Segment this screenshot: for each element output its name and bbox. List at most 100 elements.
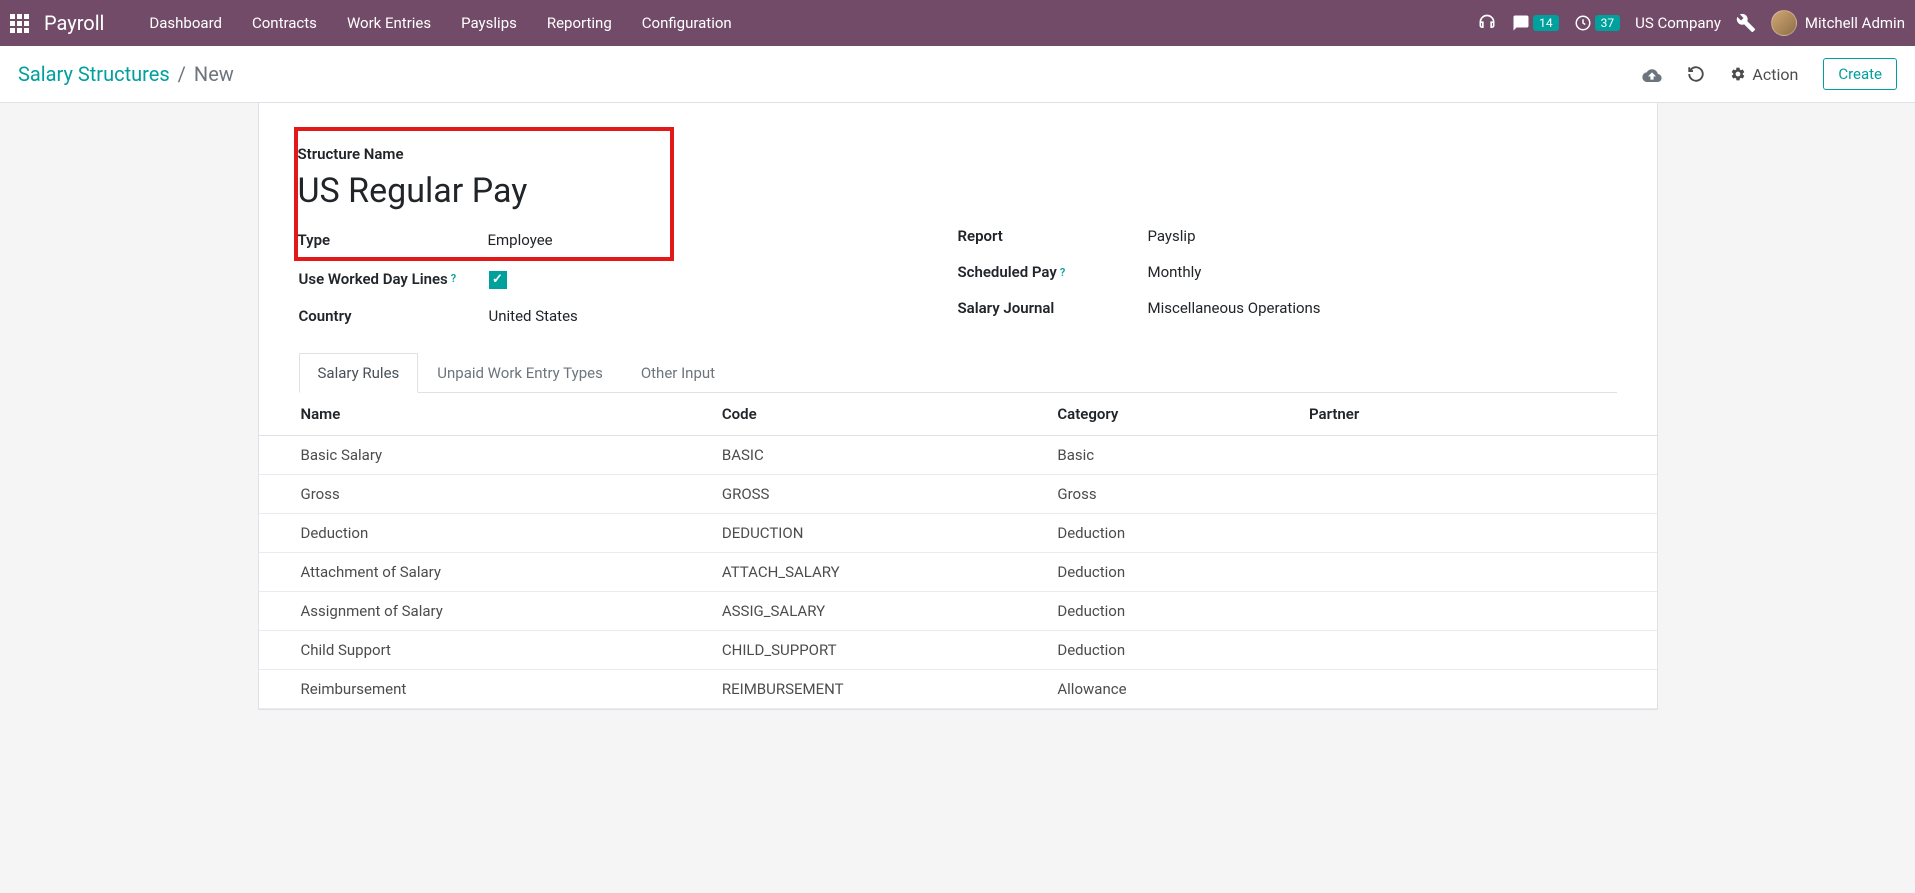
structure-name-label: Structure Name xyxy=(298,145,670,163)
table-row[interactable]: ReimbursementREIMBURSEMENTAllowance xyxy=(259,669,1657,708)
nav-configuration[interactable]: Configuration xyxy=(627,0,747,46)
cell-category: Gross xyxy=(1041,474,1293,513)
cloud-icon[interactable] xyxy=(1642,66,1662,82)
cell-partner xyxy=(1293,552,1657,591)
check-icon: ✓ xyxy=(489,271,507,289)
th-name[interactable]: Name xyxy=(259,393,706,436)
scheduled-pay-value[interactable]: Monthly xyxy=(1148,263,1202,281)
app-title[interactable]: Payroll xyxy=(44,11,104,35)
user-name: Mitchell Admin xyxy=(1805,14,1905,32)
use-worked-day-lines-checkbox[interactable]: ✓ xyxy=(489,269,507,289)
cell-code: ATTACH_SALARY xyxy=(706,552,1042,591)
type-label: Type xyxy=(298,231,488,249)
cell-partner xyxy=(1293,669,1657,708)
form-col-right: Report Payslip Scheduled Pay? Monthly Sa… xyxy=(958,269,1617,343)
cell-code: GROSS xyxy=(706,474,1042,513)
top-navbar: Payroll Dashboard Contracts Work Entries… xyxy=(0,0,1915,46)
breadcrumb: Salary Structures / New xyxy=(18,62,234,86)
navbar-right: 14 37 US Company Mitchell Admin xyxy=(1477,10,1905,36)
debug-icon[interactable] xyxy=(1736,13,1756,33)
salary-rules-table: Name Code Category Partner Basic SalaryB… xyxy=(259,393,1657,709)
breadcrumb-parent[interactable]: Salary Structures xyxy=(18,62,170,86)
cell-category: Basic xyxy=(1041,435,1293,474)
table-row[interactable]: DeductionDEDUCTIONDeduction xyxy=(259,513,1657,552)
salary-journal-label: Salary Journal xyxy=(958,299,1148,317)
cell-category: Deduction xyxy=(1041,552,1293,591)
country-value[interactable]: United States xyxy=(489,307,578,325)
report-label: Report xyxy=(958,227,1148,245)
table-row[interactable]: Basic SalaryBASICBasic xyxy=(259,435,1657,474)
content-wrapper: Structure Name US Regular Pay Type Emplo… xyxy=(0,103,1915,891)
control-panel: Salary Structures / New Action Create xyxy=(0,46,1915,103)
cell-code: BASIC xyxy=(706,435,1042,474)
table-row[interactable]: Attachment of SalaryATTACH_SALARYDeducti… xyxy=(259,552,1657,591)
country-label: Country xyxy=(299,307,489,325)
cell-partner xyxy=(1293,474,1657,513)
cell-name: Basic Salary xyxy=(259,435,706,474)
tab-other-input[interactable]: Other Input xyxy=(622,353,734,393)
avatar xyxy=(1771,10,1797,36)
cell-code: DEDUCTION xyxy=(706,513,1042,552)
cell-code: REIMBURSEMENT xyxy=(706,669,1042,708)
cell-partner xyxy=(1293,630,1657,669)
nav-work-entries[interactable]: Work Entries xyxy=(332,0,446,46)
form-columns: Use Worked Day Lines? ✓ Country United S… xyxy=(259,269,1657,343)
navbar-left: Payroll Dashboard Contracts Work Entries… xyxy=(10,0,747,46)
cell-name: Gross xyxy=(259,474,706,513)
breadcrumb-current: New xyxy=(194,62,234,86)
tab-salary-rules[interactable]: Salary Rules xyxy=(299,353,419,393)
help-icon[interactable]: ? xyxy=(451,272,456,285)
messages-icon[interactable]: 14 xyxy=(1512,14,1559,32)
use-worked-day-lines-label: Use Worked Day Lines? xyxy=(299,270,489,288)
create-button[interactable]: Create xyxy=(1823,58,1897,90)
cell-category: Deduction xyxy=(1041,630,1293,669)
apps-icon[interactable] xyxy=(10,14,29,33)
activities-icon[interactable]: 37 xyxy=(1574,14,1621,32)
highlight-box: Structure Name US Regular Pay Type Emplo… xyxy=(294,127,674,261)
cell-partner xyxy=(1293,513,1657,552)
form-col-left: Use Worked Day Lines? ✓ Country United S… xyxy=(299,269,958,343)
nav-payslips[interactable]: Payslips xyxy=(446,0,532,46)
report-value[interactable]: Payslip xyxy=(1148,227,1196,245)
th-code[interactable]: Code xyxy=(706,393,1042,436)
nav-contracts[interactable]: Contracts xyxy=(237,0,332,46)
tabs-container: Salary Rules Unpaid Work Entry Types Oth… xyxy=(259,353,1657,393)
table-row[interactable]: GrossGROSSGross xyxy=(259,474,1657,513)
salary-journal-value[interactable]: Miscellaneous Operations xyxy=(1148,299,1321,317)
messages-badge: 14 xyxy=(1533,15,1559,31)
help-icon[interactable]: ? xyxy=(1060,266,1065,279)
cell-category: Deduction xyxy=(1041,591,1293,630)
structure-name-value[interactable]: US Regular Pay xyxy=(298,171,670,211)
cell-name: Reimbursement xyxy=(259,669,706,708)
user-menu[interactable]: Mitchell Admin xyxy=(1771,10,1905,36)
action-dropdown[interactable]: Action xyxy=(1730,65,1798,84)
control-panel-right: Action Create xyxy=(1642,58,1897,90)
company-selector[interactable]: US Company xyxy=(1635,14,1721,32)
cell-name: Assignment of Salary xyxy=(259,591,706,630)
cell-code: CHILD_SUPPORT xyxy=(706,630,1042,669)
cell-partner xyxy=(1293,591,1657,630)
table-wrapper: Name Code Category Partner Basic SalaryB… xyxy=(259,393,1657,709)
th-category[interactable]: Category xyxy=(1041,393,1293,436)
undo-icon[interactable] xyxy=(1687,65,1705,83)
tabs-nav: Salary Rules Unpaid Work Entry Types Oth… xyxy=(299,353,1617,393)
table-row[interactable]: Assignment of SalaryASSIG_SALARYDeductio… xyxy=(259,591,1657,630)
nav-menu: Dashboard Contracts Work Entries Payslip… xyxy=(134,0,746,46)
support-icon[interactable] xyxy=(1477,13,1497,33)
breadcrumb-sep: / xyxy=(178,62,186,86)
type-value[interactable]: Employee xyxy=(488,231,553,249)
cell-name: Child Support xyxy=(259,630,706,669)
action-label: Action xyxy=(1752,65,1798,84)
table-row[interactable]: Child SupportCHILD_SUPPORTDeduction xyxy=(259,630,1657,669)
cell-category: Deduction xyxy=(1041,513,1293,552)
th-partner[interactable]: Partner xyxy=(1293,393,1657,436)
scheduled-pay-label: Scheduled Pay? xyxy=(958,263,1148,281)
nav-reporting[interactable]: Reporting xyxy=(532,0,627,46)
cell-code: ASSIG_SALARY xyxy=(706,591,1042,630)
form-sheet: Structure Name US Regular Pay Type Emplo… xyxy=(258,103,1658,710)
cell-category: Allowance xyxy=(1041,669,1293,708)
cell-partner xyxy=(1293,435,1657,474)
cell-name: Deduction xyxy=(259,513,706,552)
tab-unpaid-work-entry-types[interactable]: Unpaid Work Entry Types xyxy=(418,353,622,393)
nav-dashboard[interactable]: Dashboard xyxy=(134,0,237,46)
